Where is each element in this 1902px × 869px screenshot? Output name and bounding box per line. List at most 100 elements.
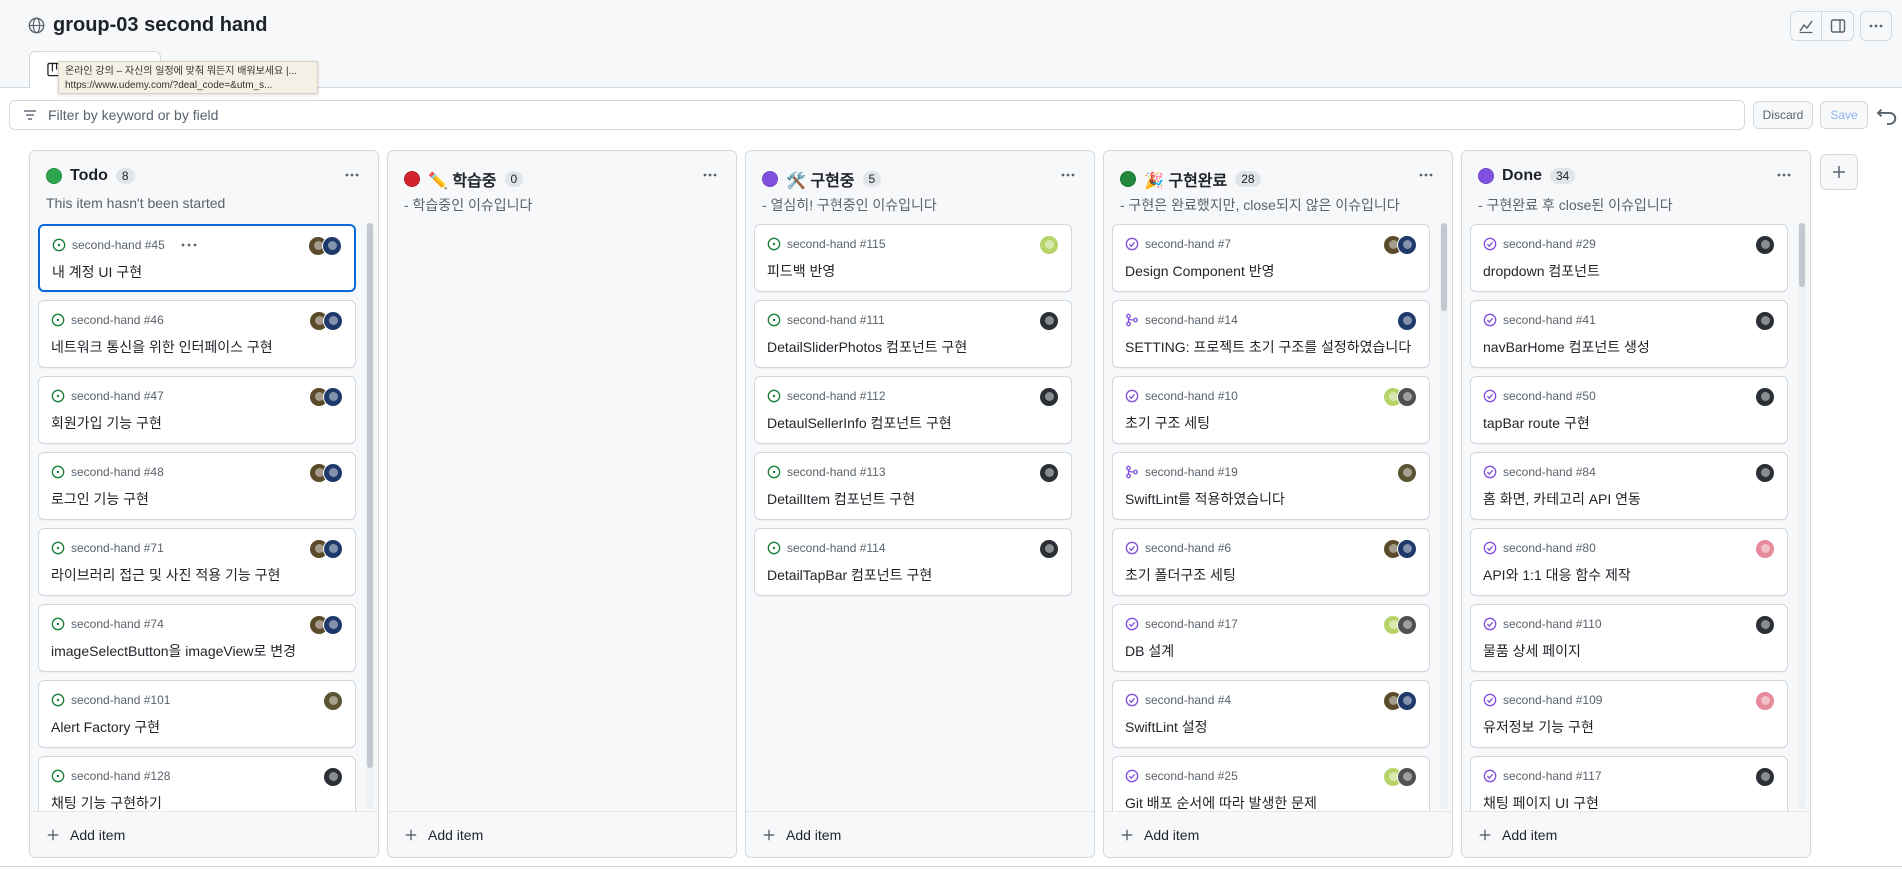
card-title[interactable]: 로그인 기능 구현 [51, 489, 149, 509]
column-menu-button[interactable] [1056, 165, 1080, 185]
issue-card[interactable]: second-hand #41 navBarHome 컴포넌트 생성 [1470, 300, 1788, 368]
card-title[interactable]: 채팅 페이지 UI 구현 [1483, 793, 1599, 813]
avatar[interactable] [322, 236, 342, 256]
avatar[interactable] [1397, 691, 1417, 711]
avatar[interactable] [1039, 387, 1059, 407]
avatar[interactable] [1039, 311, 1059, 331]
avatar[interactable] [1755, 691, 1775, 711]
avatar[interactable] [323, 387, 343, 407]
column-name[interactable]: ✏️ 학습중 [428, 167, 497, 191]
card-title[interactable]: 홈 화면, 카테고리 API 연동 [1483, 489, 1641, 509]
avatar[interactable] [1039, 539, 1059, 559]
issue-card[interactable]: second-hand #4 SwiftLint 설정 [1112, 680, 1430, 748]
issue-card[interactable]: second-hand #80 API와 1:1 대응 함수 제작 [1470, 528, 1788, 596]
card-title[interactable]: 회원가입 기능 구현 [51, 413, 162, 433]
discard-button[interactable]: Discard [1753, 101, 1813, 129]
card-title[interactable]: 채팅 기능 구현하기 [51, 793, 162, 813]
add-column-button[interactable] [1820, 154, 1858, 190]
card-title[interactable]: DetaulSellerInfo 컴포넌트 구현 [767, 413, 952, 433]
scrollbar-thumb[interactable] [1441, 223, 1447, 311]
issue-card[interactable]: second-hand #14 SETTING: 프로젝트 초기 구조를 설정하… [1112, 300, 1430, 368]
card-title[interactable]: 네트워크 통신을 위한 인터페이스 구현 [51, 337, 273, 357]
scrollbar-thumb[interactable] [1799, 223, 1805, 288]
avatar[interactable] [1397, 387, 1417, 407]
issue-card[interactable]: second-hand #7 Design Component 반영 [1112, 224, 1430, 292]
avatar[interactable] [323, 539, 343, 559]
issue-card[interactable]: second-hand #114 DetailTapBar 컴포넌트 구현 [754, 528, 1072, 596]
card-title[interactable]: Git 배포 순서에 따라 발생한 문제 [1125, 793, 1317, 813]
column-menu-button[interactable] [698, 165, 722, 185]
column-menu-button[interactable] [340, 165, 364, 185]
save-button[interactable]: Save [1820, 101, 1868, 129]
issue-card[interactable]: second-hand #112 DetaulSellerInfo 컴포넌트 구… [754, 376, 1072, 444]
column-name[interactable]: 🎉 구현완료 [1144, 167, 1227, 191]
issue-card[interactable]: second-hand #45 내 계정 UI 구현 [38, 224, 356, 292]
side-panel-button[interactable] [1822, 11, 1854, 41]
card-title[interactable]: SwiftLint를 적용하였습니다 [1125, 489, 1285, 509]
project-title[interactable]: group-03 second hand [53, 14, 267, 37]
card-title[interactable]: DetailItem 컴포넌트 구현 [767, 489, 915, 509]
card-title[interactable]: tapBar route 구현 [1483, 413, 1590, 433]
avatar[interactable] [323, 311, 343, 331]
add-item-button[interactable]: Add item [746, 811, 1094, 857]
avatar[interactable] [1755, 539, 1775, 559]
card-title[interactable]: 초기 폴더구조 세팅 [1125, 565, 1236, 585]
card-title[interactable]: 초기 구조 세팅 [1125, 413, 1210, 433]
more-options-button[interactable] [1860, 11, 1892, 41]
column-menu-button[interactable] [1772, 165, 1796, 185]
avatar[interactable] [1397, 463, 1417, 483]
column-name[interactable]: 🛠️ 구현중 [786, 167, 855, 191]
issue-card[interactable]: second-hand #115 피드백 반영 [754, 224, 1072, 292]
column-scrollbar[interactable] [1440, 223, 1448, 809]
issue-card[interactable]: second-hand #19 SwiftLint를 적용하였습니다 [1112, 452, 1430, 520]
card-title[interactable]: dropdown 컴포넌트 [1483, 261, 1600, 281]
issue-card[interactable]: second-hand #84 홈 화면, 카테고리 API 연동 [1470, 452, 1788, 520]
filter-input[interactable] [48, 107, 1744, 123]
scrollbar-thumb[interactable] [367, 223, 373, 768]
avatar[interactable] [323, 463, 343, 483]
issue-card[interactable]: second-hand #6 초기 폴더구조 세팅 [1112, 528, 1430, 596]
card-title[interactable]: DetailSliderPhotos 컴포넌트 구현 [767, 337, 967, 357]
insights-button[interactable] [1790, 11, 1822, 41]
issue-card[interactable]: second-hand #46 네트워크 통신을 위한 인터페이스 구현 [38, 300, 356, 368]
issue-card[interactable]: second-hand #48 로그인 기능 구현 [38, 452, 356, 520]
card-title[interactable]: SETTING: 프로젝트 초기 구조를 설정하였습니다 [1125, 337, 1411, 357]
avatar[interactable] [1397, 539, 1417, 559]
add-item-button[interactable]: Add item [1104, 811, 1452, 857]
avatar[interactable] [1039, 235, 1059, 255]
issue-card[interactable]: second-hand #29 dropdown 컴포넌트 [1470, 224, 1788, 292]
card-title[interactable]: navBarHome 컴포넌트 생성 [1483, 337, 1650, 357]
card-title[interactable]: 내 계정 UI 구현 [52, 262, 142, 282]
column-menu-button[interactable] [1414, 165, 1438, 185]
issue-card[interactable]: second-hand #111 DetailSliderPhotos 컴포넌트… [754, 300, 1072, 368]
card-title[interactable]: Design Component 반영 [1125, 261, 1275, 281]
avatar[interactable] [1039, 463, 1059, 483]
avatar[interactable] [1397, 767, 1417, 787]
card-title[interactable]: 유저정보 기능 구현 [1483, 717, 1594, 737]
filter-bar[interactable] [9, 100, 1745, 130]
avatar[interactable] [1755, 235, 1775, 255]
issue-card[interactable]: second-hand #17 DB 설계 [1112, 604, 1430, 672]
avatar[interactable] [1397, 615, 1417, 635]
avatar[interactable] [1755, 615, 1775, 635]
add-item-button[interactable]: Add item [388, 811, 736, 857]
card-title[interactable]: DetailTapBar 컴포넌트 구현 [767, 565, 932, 585]
issue-card[interactable]: second-hand #109 유저정보 기능 구현 [1470, 680, 1788, 748]
add-item-button[interactable]: Add item [1462, 811, 1810, 857]
issue-card[interactable]: second-hand #10 초기 구조 세팅 [1112, 376, 1430, 444]
issue-card[interactable]: second-hand #47 회원가입 기능 구현 [38, 376, 356, 444]
avatar[interactable] [1397, 235, 1417, 255]
card-title[interactable]: imageSelectButton을 imageView로 변경 [51, 641, 296, 661]
card-title[interactable]: 물품 상세 페이지 [1483, 641, 1581, 661]
card-title[interactable]: 피드백 반영 [767, 261, 835, 281]
issue-card[interactable]: second-hand #50 tapBar route 구현 [1470, 376, 1788, 444]
undo-icon[interactable] [1876, 104, 1898, 126]
avatar[interactable] [1755, 311, 1775, 331]
issue-card[interactable]: second-hand #113 DetailItem 컴포넌트 구현 [754, 452, 1072, 520]
card-title[interactable]: API와 1:1 대응 함수 제작 [1483, 565, 1631, 585]
avatar[interactable] [323, 691, 343, 711]
add-item-button[interactable]: Add item [30, 811, 378, 857]
card-more-icon[interactable] [180, 238, 198, 252]
column-scrollbar[interactable] [366, 223, 374, 809]
issue-card[interactable]: second-hand #110 물품 상세 페이지 [1470, 604, 1788, 672]
